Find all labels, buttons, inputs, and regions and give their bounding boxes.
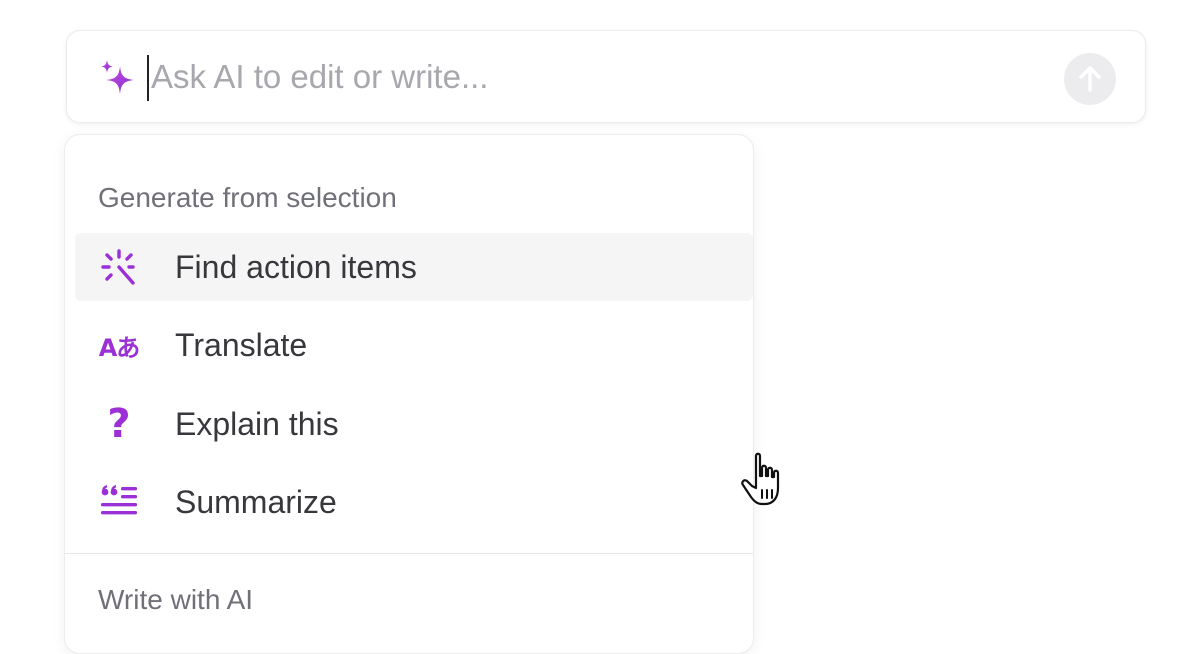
sparkle-icon <box>101 60 134 94</box>
question-icon: ? <box>107 401 131 447</box>
menu-item-label: Summarize <box>175 484 337 520</box>
menu-item-summarize[interactable]: Summarize <box>75 468 753 536</box>
section-header-write-with-ai: Write with AI <box>98 584 254 615</box>
menu-item-label: Find action items <box>175 249 417 285</box>
magic-wand-icon <box>97 247 141 287</box>
menu-divider <box>65 553 753 554</box>
arrow-up-icon <box>1079 66 1101 92</box>
translate-icon: Aあ <box>98 333 141 362</box>
section-header-generate: Generate from selection <box>98 182 397 213</box>
menu-item-explain-this[interactable]: ? Explain this <box>75 390 753 458</box>
menu-item-label: Explain this <box>175 406 339 442</box>
hand-pointer-cursor-icon <box>741 452 780 506</box>
ai-prompt-input[interactable] <box>151 49 1031 105</box>
ai-actions-menu: Generate from selection Find action item… <box>64 134 754 654</box>
menu-item-label: Translate <box>175 327 308 363</box>
text-caret <box>147 55 149 101</box>
summarize-quote-icon <box>97 482 141 522</box>
send-button[interactable] <box>1064 53 1116 105</box>
ai-prompt-bar <box>66 30 1146 123</box>
menu-item-translate[interactable]: Aあ Translate <box>75 311 753 379</box>
menu-item-find-action-items[interactable]: Find action items <box>75 233 753 301</box>
